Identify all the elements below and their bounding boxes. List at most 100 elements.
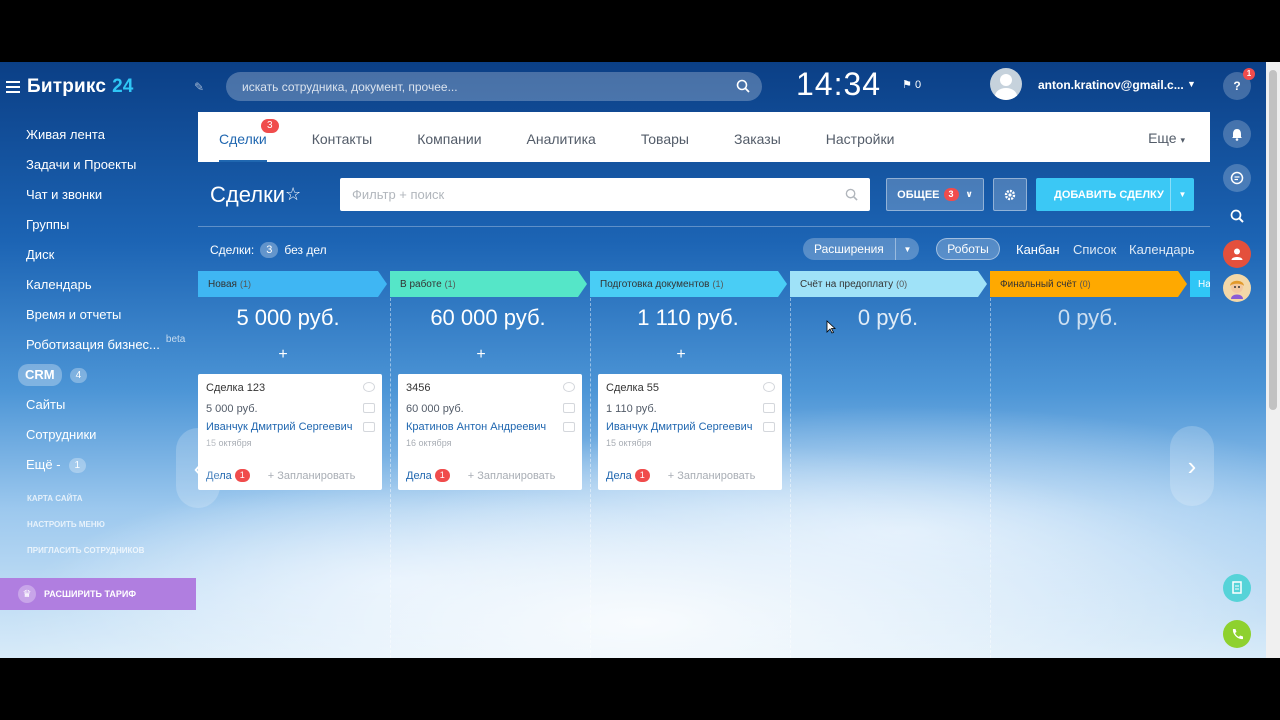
scroll-right-button[interactable]: › (1170, 426, 1214, 506)
invite-employees-link[interactable]: ПРИГЛАСИТЬ СОТРУДНИКОВ (27, 546, 144, 572)
settings-button[interactable] (993, 178, 1027, 211)
deals-label: Сделки: (210, 243, 255, 257)
tab-companies[interactable]: Компании (417, 112, 481, 162)
filter-search[interactable] (340, 178, 870, 211)
mail-icon[interactable] (363, 403, 375, 413)
deal-title[interactable]: Сделка 123 (206, 382, 374, 394)
deal-contact[interactable]: Кратинов Антон Андреевич (406, 421, 574, 433)
queue-button[interactable] (1223, 574, 1251, 602)
deal-contact[interactable]: Иванчук Дмитрий Сергеевич (206, 421, 374, 433)
stage-in-progress[interactable]: В работе (1) (390, 271, 578, 297)
add-deal-to-stage-button[interactable]: + (386, 346, 576, 364)
filter-input[interactable] (352, 187, 832, 202)
clock[interactable]: 14:34 (796, 66, 881, 103)
tab-analytics[interactable]: Аналитика (527, 112, 596, 162)
tabs-more-button[interactable]: Еще ▾ (1148, 130, 1185, 146)
tab-deals[interactable]: Сделки 3 (219, 112, 279, 162)
deal-card[interactable]: Сделка 55 1 110 руб. Иванчук Дмитрий Сер… (598, 374, 782, 490)
tab-products[interactable]: Товары (641, 112, 689, 162)
schedule-link[interactable]: + Запланировать (468, 470, 556, 482)
sidebar-item-feed[interactable]: Живая лента (26, 120, 196, 150)
site-map-link[interactable]: КАРТА САЙТА (27, 494, 144, 520)
tab-settings[interactable]: Настройки (826, 112, 895, 162)
deals-count[interactable]: 3 (260, 242, 279, 258)
add-deal-dropdown[interactable]: ▼ (1170, 178, 1194, 211)
phone-icon[interactable] (563, 382, 575, 392)
sidebar-item-calendar[interactable]: Календарь (26, 270, 196, 300)
call-button[interactable] (1223, 620, 1251, 648)
tab-contacts[interactable]: Контакты (312, 112, 372, 162)
star-icon[interactable]: ☆ (285, 184, 301, 205)
phone-icon[interactable] (363, 382, 375, 392)
deal-card[interactable]: Сделка 123 5 000 руб. Иванчук Дмитрий Се… (198, 374, 382, 490)
phone-icon[interactable] (763, 382, 775, 392)
sidebar-item-groups[interactable]: Группы (26, 210, 196, 240)
user-avatar[interactable] (990, 68, 1022, 100)
activities-link[interactable]: Дела (606, 470, 632, 482)
robots-button[interactable]: Роботы (936, 238, 1000, 260)
user-email[interactable]: anton.kratinov@gmail.c... (1038, 78, 1184, 92)
deal-card[interactable]: 3456 60 000 руб. Кратинов Антон Андрееви… (398, 374, 582, 490)
tab-label: Компании (417, 131, 482, 147)
mail-icon[interactable] (763, 403, 775, 413)
stage-final-invoice[interactable]: Финальный счёт (0) (990, 271, 1178, 297)
sidebar-item-crm[interactable]: CRM 4 (18, 360, 196, 390)
add-deal-to-stage-button[interactable]: + (586, 346, 776, 364)
workday-status[interactable]: ⚑ 0 (902, 78, 921, 91)
scrollbar-thumb[interactable] (1269, 70, 1277, 410)
sidebar-item-more[interactable]: Ещё - 1 (26, 450, 196, 480)
upgrade-plan-button[interactable]: ♛ РАСШИРИТЬ ТАРИФ (0, 578, 196, 610)
extensions-button[interactable]: Расширения ▼ (803, 238, 919, 260)
stage-count: (0) (1079, 279, 1091, 289)
deal-title[interactable]: Сделка 55 (606, 382, 774, 394)
no-tasks-label[interactable]: без дел (284, 243, 326, 257)
sidebar-item-robotization[interactable]: Роботизация бизнес... beta (26, 330, 196, 360)
search-input[interactable] (242, 79, 722, 94)
contact-avatar-1[interactable] (1223, 240, 1251, 268)
stage-next[interactable]: На (1190, 271, 1210, 297)
sidebar-item-disk[interactable]: Диск (26, 240, 196, 270)
sidebar-item-tasks[interactable]: Задачи и Проекты (26, 150, 196, 180)
schedule-link[interactable]: + Запланировать (268, 470, 356, 482)
message-icon[interactable] (363, 422, 375, 432)
stage-arrow (778, 271, 787, 297)
stage-prepayment[interactable]: Счёт на предоплату (0) (790, 271, 978, 297)
sidebar-item-time[interactable]: Время и отчеты (26, 300, 196, 330)
message-icon[interactable] (563, 422, 575, 432)
logo[interactable]: Битрикс 24 (6, 76, 133, 98)
pencil-icon[interactable]: ✎ (194, 80, 204, 94)
message-icon[interactable] (763, 422, 775, 432)
configure-menu-link[interactable]: НАСТРОИТЬ МЕНЮ (27, 520, 144, 546)
tab-label: Настройки (825, 131, 895, 147)
deal-title[interactable]: 3456 (406, 382, 574, 394)
stage-new[interactable]: Новая (1) (198, 271, 378, 297)
schedule-link[interactable]: + Запланировать (668, 470, 756, 482)
menu-icon[interactable] (6, 81, 20, 93)
mail-icon[interactable] (563, 403, 575, 413)
add-deal-button[interactable]: ДОБАВИТЬ СДЕЛКУ ▼ (1036, 178, 1194, 211)
search-icon[interactable] (845, 188, 858, 201)
chat-button[interactable] (1223, 164, 1251, 192)
deal-contact[interactable]: Иванчук Дмитрий Сергеевич (606, 421, 774, 433)
global-search[interactable] (226, 72, 762, 101)
contact-avatar-2[interactable] (1223, 274, 1251, 302)
view-calendar[interactable]: Календарь (1129, 242, 1195, 257)
sidebar-item-chat[interactable]: Чат и звонки (26, 180, 196, 210)
scroll-left-button[interactable]: ‹ (176, 428, 220, 508)
sidebar-item-sites[interactable]: Сайты (26, 390, 196, 420)
help-button[interactable]: ? 1 (1223, 68, 1255, 100)
general-category-button[interactable]: ОБЩЕЕ 3 ∨ (886, 178, 984, 211)
scrollbar[interactable] (1266, 62, 1280, 658)
chevron-down-icon[interactable]: ▼ (1187, 79, 1196, 89)
sidebar-item-employees[interactable]: Сотрудники (26, 420, 196, 450)
view-list[interactable]: Список (1073, 242, 1116, 257)
add-deal-to-stage-button[interactable]: + (188, 346, 378, 364)
character-avatar-icon (1230, 280, 1244, 299)
activities-link[interactable]: Дела (406, 470, 432, 482)
search-icon[interactable] (736, 79, 750, 93)
view-kanban[interactable]: Канбан (1016, 242, 1060, 257)
rail-search-button[interactable] (1223, 202, 1251, 230)
tab-orders[interactable]: Заказы (734, 112, 781, 162)
stage-docs[interactable]: Подготовка документов (1) (590, 271, 778, 297)
notifications-button[interactable] (1223, 120, 1251, 148)
